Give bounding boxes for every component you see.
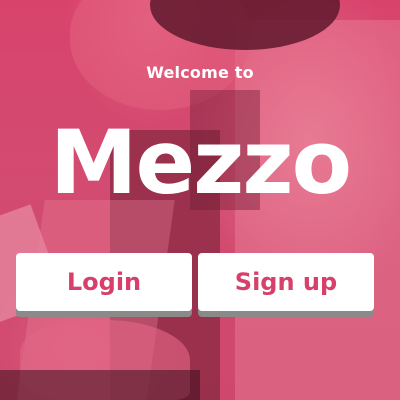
brand-logo-text: Mezzo: [49, 111, 352, 214]
signup-button-label: Sign up: [234, 268, 338, 296]
login-button[interactable]: Login: [16, 253, 192, 311]
signup-button[interactable]: Sign up: [198, 253, 374, 311]
welcome-overlay: Welcome to Mezzo Login Sign up: [0, 0, 400, 400]
login-button-label: Login: [66, 268, 142, 296]
welcome-text: Welcome to: [146, 63, 254, 82]
welcome-screen: Welcome to Mezzo Login Sign up: [0, 0, 400, 400]
